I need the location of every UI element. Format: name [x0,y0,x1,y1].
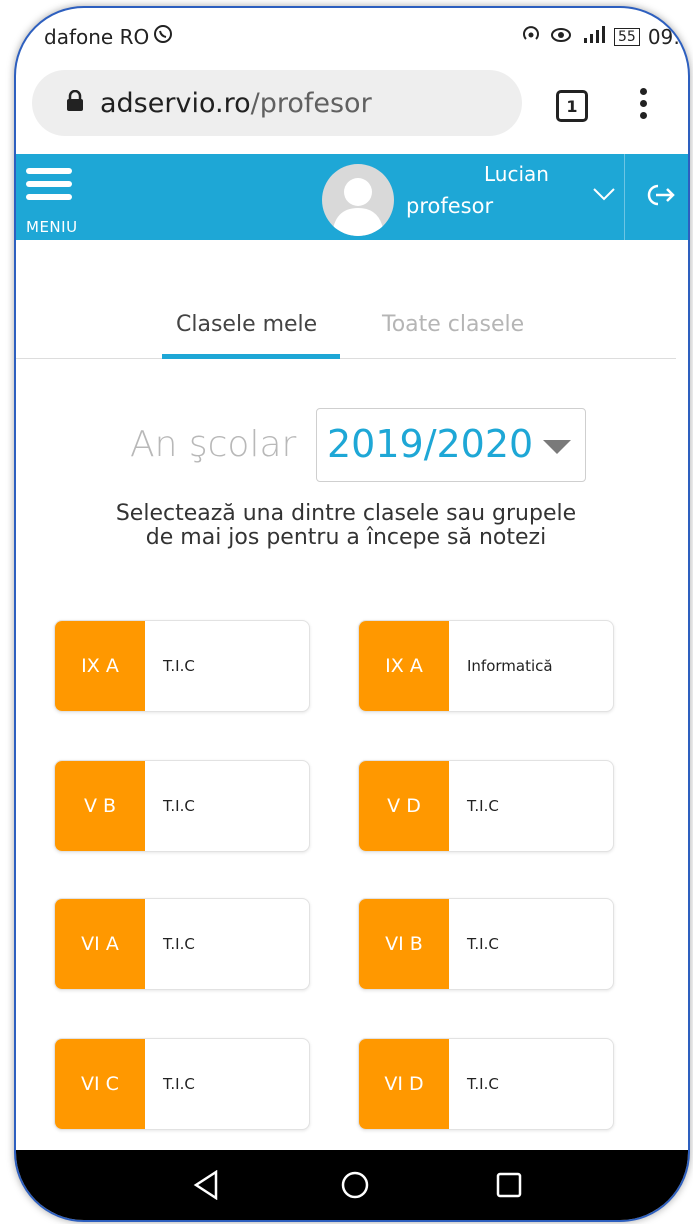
battery-indicator: 55 [613,27,640,46]
class-subject: T.I.C [163,797,195,815]
class-badge: VI C [55,1039,145,1129]
instruction-text: Selectează una dintre clasele sau grupel… [115,501,577,550]
class-badge: VI B [359,899,449,989]
class-tabs: Clasele mele Toate clasele [16,300,688,360]
class-badge: IX A [55,621,145,711]
class-subject: T.I.C [163,657,195,675]
address-bar[interactable]: adservio.ro/profesor [32,70,522,136]
class-subject: Informatică [467,657,553,675]
class-card[interactable]: VI D T.I.C [358,1038,614,1130]
user-avatar-icon[interactable] [322,164,394,236]
tab-count: 1 [566,96,578,116]
header-divider [624,154,625,240]
home-circle-icon[interactable] [340,1170,370,1204]
app-header: MENIU Lucian profesor [16,154,688,240]
class-subject: T.I.C [163,1075,195,1093]
url-host: adservio.ro [100,87,251,119]
menu-button[interactable]: MENIU [26,168,86,238]
class-subject: T.I.C [163,935,195,953]
class-subject: T.I.C [467,935,499,953]
tab-all-classes[interactable]: Toate clasele [382,312,524,337]
chevron-down-icon[interactable] [592,186,616,205]
class-card[interactable]: VI A T.I.C [54,898,310,990]
whatsapp-icon [153,24,173,49]
hamburger-icon [26,168,72,174]
status-bar: dafone RO 55 09: [16,8,688,62]
menu-label: MENIU [26,218,78,236]
school-year-row: An şcolar 2019/2020 [16,408,688,484]
class-card[interactable]: IX A T.I.C [54,620,310,712]
school-year-select[interactable]: 2019/2020 [316,408,586,482]
lock-icon [66,89,84,116]
class-badge: VI D [359,1039,449,1129]
tabs-divider [16,358,676,359]
caret-down-icon [543,439,571,458]
user-name: Lucian [484,162,549,186]
class-badge: VI A [55,899,145,989]
class-badge: IX A [359,621,449,711]
class-card[interactable]: IX A Informatică [358,620,614,712]
class-card[interactable]: V D T.I.C [358,760,614,852]
phone-screen: dafone RO 55 09: adservio.ro/profesor 1 [14,6,690,1222]
carrier-name: dafone RO [44,24,150,49]
class-subject: T.I.C [467,1075,499,1093]
school-year-label: An şcolar [130,424,297,465]
class-card[interactable]: VI B T.I.C [358,898,614,990]
class-badge: V B [55,761,145,851]
status-right: 55 09: [520,24,680,49]
tab-my-classes[interactable]: Clasele mele [176,312,317,337]
status-left: dafone RO [44,24,173,49]
back-triangle-icon[interactable] [192,1169,220,1204]
more-options-icon[interactable] [640,88,650,124]
android-navigation-bar [16,1150,688,1220]
tab-switcher-button[interactable]: 1 [556,90,588,122]
eye-comfort-icon [550,24,572,49]
class-card[interactable]: VI C T.I.C [54,1038,310,1130]
active-tab-indicator [162,354,340,359]
url-text: adservio.ro/profesor [100,88,372,119]
recent-apps-square-icon[interactable] [496,1172,522,1202]
logout-icon[interactable] [646,182,676,212]
class-badge: V D [359,761,449,851]
school-year-value: 2019/2020 [327,422,534,466]
signal-icon [580,24,606,49]
url-path: /profesor [250,87,372,119]
clock: 09: [647,24,680,49]
user-role: profesor [406,194,494,218]
class-card[interactable]: V B T.I.C [54,760,310,852]
class-subject: T.I.C [467,797,499,815]
hotspot-icon [520,24,542,49]
